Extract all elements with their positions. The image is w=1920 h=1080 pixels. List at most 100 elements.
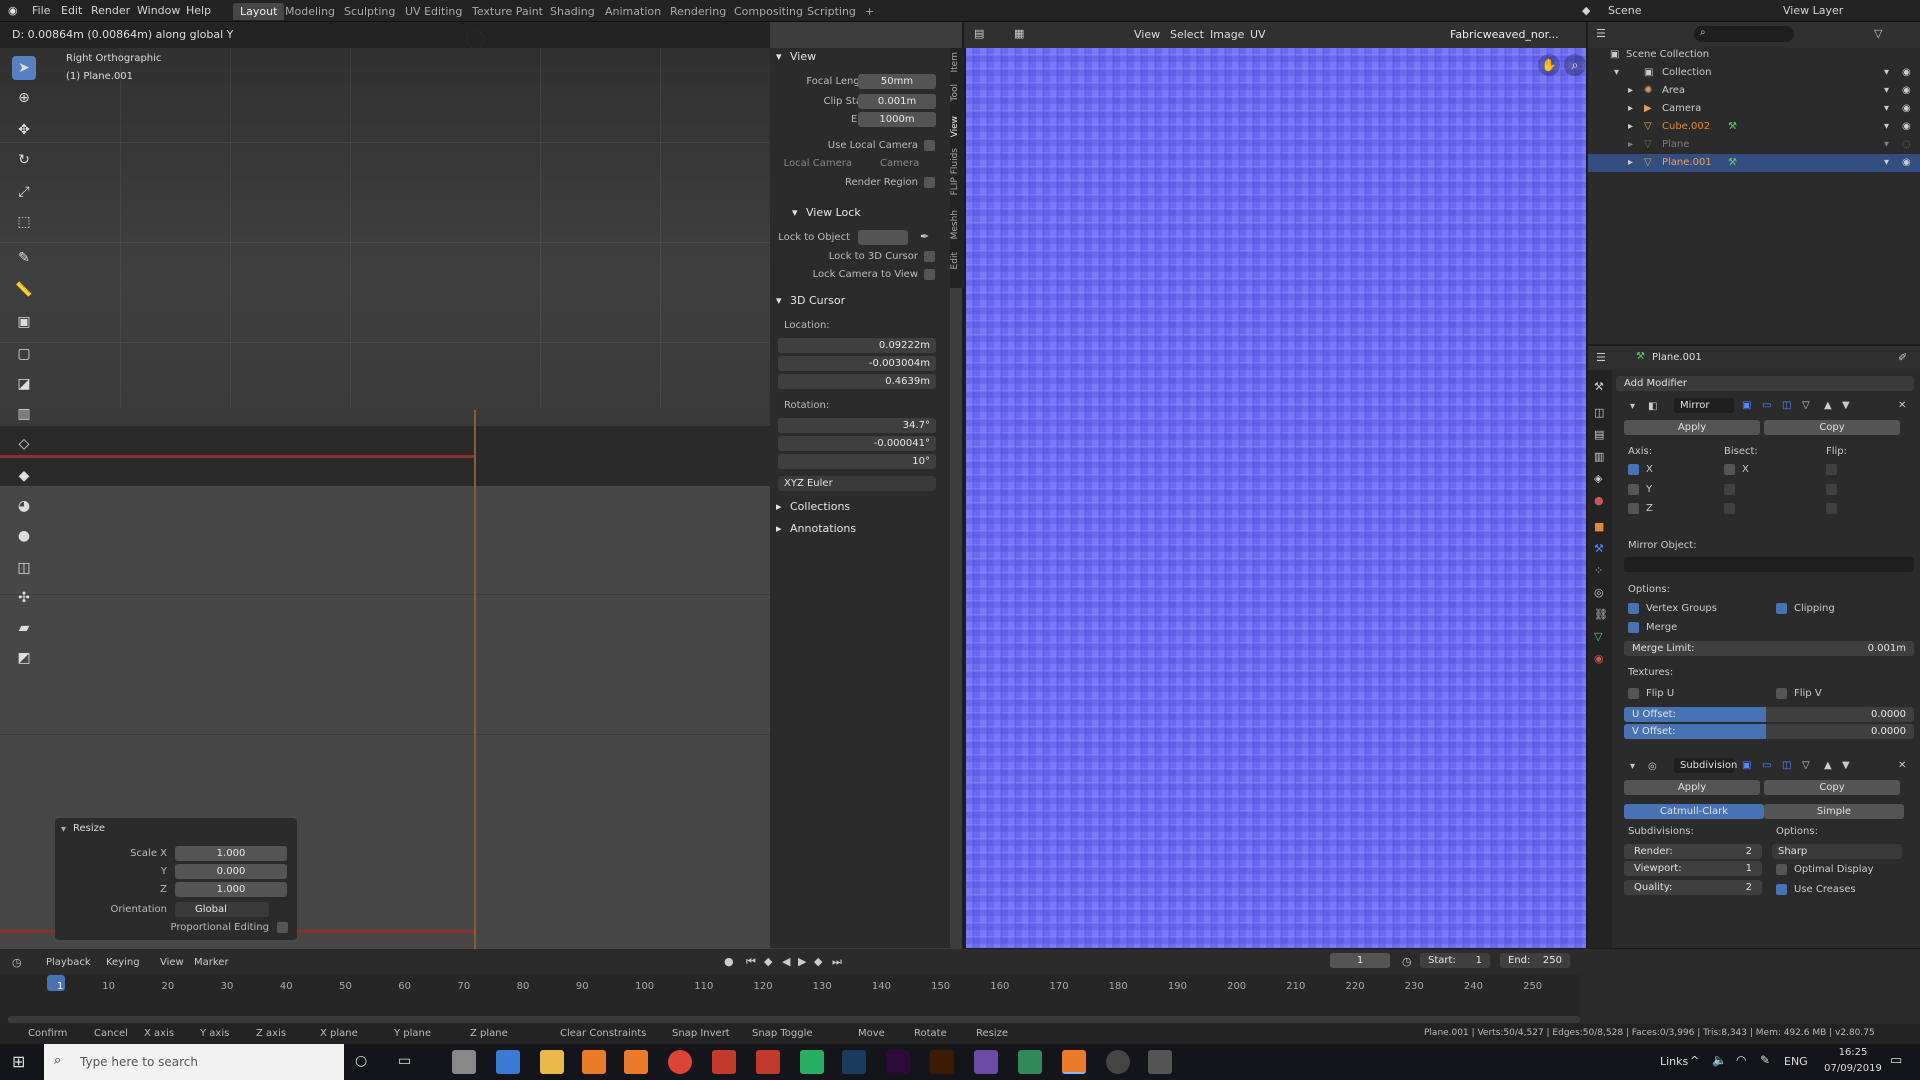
photoshop-icon[interactable] — [842, 1050, 866, 1074]
loc-y-field[interactable]: -0.003004m — [778, 356, 936, 371]
tab-scripting[interactable]: Scripting — [800, 3, 863, 20]
chevron-down-icon[interactable]: ▾ — [792, 206, 798, 219]
annotate-tool-icon[interactable]: ✎ — [12, 246, 36, 270]
select-icon[interactable]: ▾ — [1884, 100, 1889, 118]
tab-meshh[interactable]: Meshh — [950, 210, 964, 239]
blender-icon[interactable] — [624, 1050, 648, 1074]
output-tab-icon[interactable]: ▤ — [1594, 428, 1604, 441]
network-icon[interactable]: ◠ — [1736, 1053, 1746, 1067]
scale-y-field[interactable]: 0.000 — [175, 864, 287, 879]
filter-icon[interactable]: ▾ — [1884, 64, 1889, 82]
tab-animation[interactable]: Animation — [598, 3, 668, 20]
next-keyframe-icon[interactable]: ◆ — [814, 955, 822, 968]
add-modifier-dropdown[interactable]: Add Modifier — [1616, 376, 1914, 391]
volume-icon[interactable]: 🔈 — [1712, 1053, 1727, 1067]
prev-keyframe-icon[interactable]: ◆ — [764, 955, 772, 968]
measure-tool-icon[interactable]: 📏 — [12, 278, 36, 302]
optimal-display-checkbox[interactable] — [1776, 864, 1787, 875]
outliner-scene-collection[interactable]: ▣ Scene Collection — [1588, 46, 1920, 64]
timeline-scrollbar[interactable] — [8, 1016, 1580, 1023]
lock-to-object-field[interactable] — [858, 230, 908, 245]
orientation-dropdown[interactable]: Global — [175, 902, 269, 917]
axis-y-checkbox[interactable] — [1628, 484, 1639, 495]
flip-v-checkbox[interactable] — [1776, 688, 1787, 699]
flip-z-checkbox[interactable] — [1826, 503, 1837, 514]
clipping-checkbox[interactable] — [1776, 603, 1787, 614]
windows-start-icon[interactable]: ⊞ — [12, 1052, 25, 1071]
select-icon[interactable]: ▾ — [1884, 154, 1889, 172]
blender-active-icon[interactable] — [1062, 1050, 1086, 1074]
clock-time[interactable]: 16:25 — [1828, 1047, 1878, 1058]
chevron-down-icon[interactable]: ▾ — [776, 50, 782, 63]
rotate-tool-icon[interactable]: ↻ — [12, 148, 36, 172]
menu-file[interactable]: File — [32, 4, 50, 17]
subdivision-name-field[interactable]: Subdivision — [1674, 758, 1737, 773]
clock-date[interactable]: 07/09/2019 — [1824, 1063, 1882, 1074]
eye-icon[interactable]: ◉ — [1902, 118, 1911, 136]
app-icon[interactable] — [974, 1050, 998, 1074]
eyedropper-icon[interactable]: ✒ — [920, 230, 929, 243]
play-reverse-icon[interactable]: ◀ — [782, 955, 790, 968]
clip-end-field[interactable]: 1000m — [858, 112, 936, 127]
rot-z-field[interactable]: 10° — [778, 454, 936, 469]
focal-length-field[interactable]: 50mm — [858, 74, 936, 89]
loc-z-field[interactable]: 0.4639m — [778, 374, 936, 389]
inset-tool-icon[interactable]: ▢ — [12, 342, 36, 366]
menu-marker[interactable]: Marker — [194, 957, 229, 968]
extrude-tool-icon[interactable]: ▣ — [12, 310, 36, 334]
tab-uv-editing[interactable]: UV Editing — [398, 3, 469, 20]
smooth-tool-icon[interactable]: ● — [12, 524, 36, 548]
render-region-checkbox[interactable] — [924, 177, 935, 188]
mirror-apply-button[interactable]: Apply — [1624, 420, 1760, 435]
photos-icon[interactable] — [1148, 1050, 1172, 1074]
blender-icon[interactable] — [582, 1050, 606, 1074]
flip-y-checkbox[interactable] — [1826, 484, 1837, 495]
quality-field[interactable]: Quality: 2 — [1624, 880, 1762, 895]
notification-icon[interactable]: ▭ — [1890, 1053, 1902, 1068]
rip-tool-icon[interactable]: ◩ — [12, 646, 36, 670]
chevron-right-icon[interactable]: ▸ — [1628, 154, 1633, 172]
tab-sculpting[interactable]: Sculpting — [337, 3, 402, 20]
chrome-icon[interactable] — [668, 1050, 692, 1074]
viewport-display-icon[interactable]: ▭ — [1762, 400, 1771, 411]
mirror-object-field[interactable] — [1624, 557, 1914, 572]
flip-x-checkbox[interactable] — [1826, 464, 1837, 475]
select-box-icon[interactable]: ➤ — [12, 56, 36, 80]
current-frame-field[interactable]: 1 — [1330, 953, 1390, 968]
language-indicator[interactable]: ENG — [1784, 1055, 1808, 1068]
move-down-icon[interactable]: ▼ — [1842, 400, 1850, 411]
chevron-down-icon[interactable]: ▾ — [1614, 64, 1619, 82]
spin-tool-icon[interactable]: ◕ — [12, 494, 36, 518]
tab-tool[interactable]: Tool — [950, 84, 964, 101]
outliner-type-icon[interactable]: ☰ — [1596, 27, 1606, 40]
file-explorer-icon[interactable] — [540, 1050, 564, 1074]
timeline-type-icon[interactable]: ◷ — [12, 956, 22, 969]
v-offset-field[interactable]: V Offset: 0.0000 — [1624, 724, 1914, 739]
tab-edit[interactable]: Edit — [950, 252, 964, 269]
scene-name[interactable]: Scene — [1608, 4, 1642, 17]
select-icon[interactable]: ▾ — [1884, 136, 1889, 154]
start-frame-field[interactable]: Start: 1 — [1420, 953, 1490, 968]
filter-icon[interactable]: ▽ — [1874, 27, 1882, 40]
media-player-icon[interactable] — [800, 1050, 824, 1074]
editor-type-icon[interactable]: ▤ — [974, 27, 984, 40]
tab-shading[interactable]: Shading — [543, 3, 602, 20]
use-creases-checkbox[interactable] — [1776, 884, 1787, 895]
render-levels-field[interactable]: Render: 2 — [1624, 844, 1762, 859]
eye-icon[interactable]: ◉ — [1902, 82, 1911, 100]
loop-cut-tool-icon[interactable]: ▥ — [12, 402, 36, 426]
view-layer-tab-icon[interactable]: ▥ — [1594, 450, 1604, 463]
view-section-title[interactable]: View — [790, 50, 816, 63]
task-view-icon[interactable]: ▭ — [398, 1053, 411, 1069]
eye-hidden-icon[interactable]: ◌ — [1902, 136, 1911, 154]
shrink-tool-icon[interactable]: ✣ — [12, 586, 36, 610]
render-display-icon[interactable]: ◫ — [1782, 400, 1791, 411]
poly-build-tool-icon[interactable]: ◆ — [12, 464, 36, 488]
uv-smooth-dropdown[interactable]: Sharp — [1772, 844, 1902, 859]
outliner-item-plane-001[interactable]: ▸ ▽ Plane.001 ⚒ ▾ ◉ — [1588, 154, 1920, 172]
render-display-icon[interactable]: ◫ — [1782, 760, 1791, 771]
lock-camera-checkbox[interactable] — [924, 269, 935, 280]
scene-tab-icon[interactable]: ◈ — [1594, 472, 1602, 485]
menu-view[interactable]: View — [160, 957, 184, 968]
menu-image[interactable]: Image — [1210, 28, 1244, 41]
